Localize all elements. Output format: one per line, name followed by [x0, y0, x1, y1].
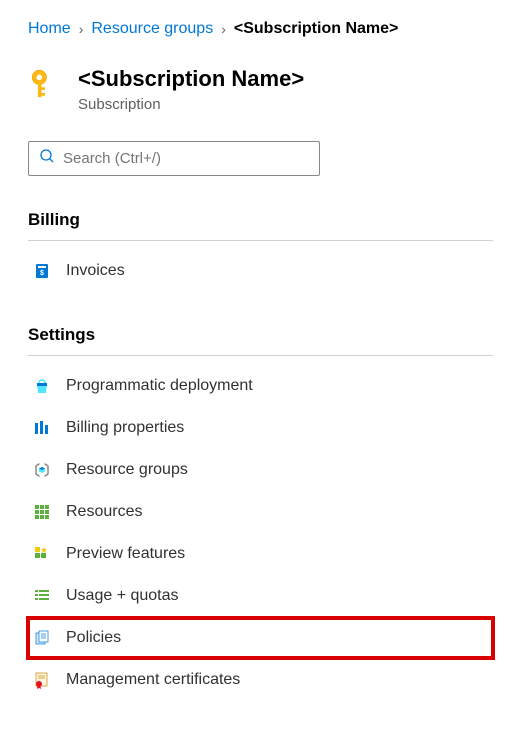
page-title: <Subscription Name>: [78, 66, 304, 92]
nav-item-programmatic-deployment[interactable]: Programmatic deployment: [28, 366, 493, 406]
grid-icon: [32, 502, 52, 522]
nav-label: Preview features: [66, 545, 185, 563]
search-icon: [39, 148, 63, 169]
page-header: <Subscription Name> Subscription: [28, 66, 493, 113]
key-icon: [28, 66, 62, 105]
section-billing: Billing $ Invoices: [28, 210, 493, 291]
chevron-right-icon: ›: [221, 21, 226, 37]
nav-item-billing-properties[interactable]: Billing properties: [28, 408, 493, 448]
nav-label: Policies: [66, 629, 121, 647]
nav-label: Programmatic deployment: [66, 377, 253, 395]
nav-item-resources[interactable]: Resources: [28, 492, 493, 532]
search-input[interactable]: [63, 150, 309, 167]
resource-group-icon: [32, 460, 52, 480]
bag-icon: [32, 376, 52, 396]
nav-label: Invoices: [66, 262, 125, 280]
search-box[interactable]: [28, 141, 320, 176]
nav-label: Resources: [66, 503, 142, 521]
section-title-settings: Settings: [28, 325, 493, 356]
bars-icon: [32, 418, 52, 438]
nav-item-usage-quotas[interactable]: Usage + quotas: [28, 576, 493, 616]
nav-label: Management certificates: [66, 671, 240, 689]
nav-item-preview-features[interactable]: Preview features: [28, 534, 493, 574]
preview-icon: [32, 544, 52, 564]
breadcrumb-resource-groups[interactable]: Resource groups: [91, 20, 213, 38]
nav-item-resource-groups[interactable]: Resource groups: [28, 450, 493, 490]
nav-label: Billing properties: [66, 419, 184, 437]
breadcrumb-current: <Subscription Name>: [234, 20, 399, 38]
breadcrumb: Home › Resource groups › <Subscription N…: [28, 20, 493, 38]
nav-item-management-certificates[interactable]: Management certificates: [28, 660, 493, 700]
nav-item-invoices[interactable]: $ Invoices: [28, 251, 493, 291]
svg-text:$: $: [40, 270, 44, 277]
nav-item-policies[interactable]: Policies: [28, 618, 493, 658]
nav-label: Usage + quotas: [66, 587, 179, 605]
section-settings: Settings Programmatic deployment Billing…: [28, 325, 493, 700]
section-title-billing: Billing: [28, 210, 493, 241]
chevron-right-icon: ›: [79, 21, 84, 37]
page-subtitle: Subscription: [78, 96, 304, 113]
policies-icon: [32, 628, 52, 648]
breadcrumb-home[interactable]: Home: [28, 20, 71, 38]
certificate-icon: [32, 670, 52, 690]
list-icon: [32, 586, 52, 606]
nav-label: Resource groups: [66, 461, 188, 479]
invoice-icon: $: [32, 261, 52, 281]
